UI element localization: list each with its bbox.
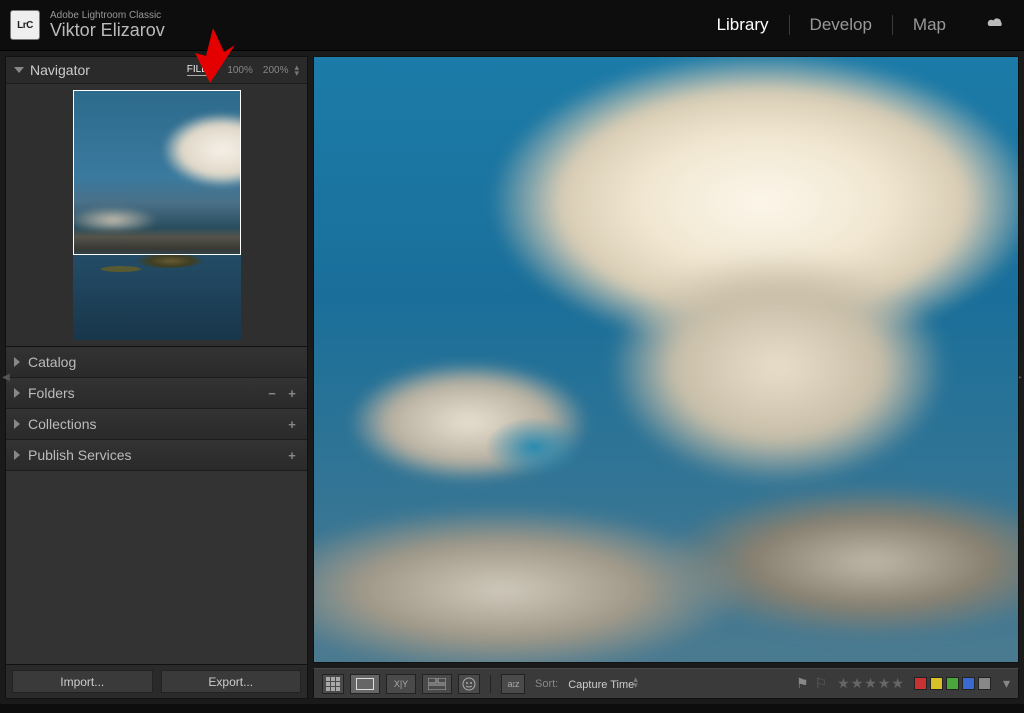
star-3[interactable]: ★ — [864, 675, 877, 692]
star-1[interactable]: ★ — [837, 675, 850, 692]
minus-icon[interactable]: − — [265, 386, 279, 401]
rating-stars: ★ ★ ★ ★ ★ — [837, 675, 904, 692]
top-bar: LrC Adobe Lightroom Classic Viktor Eliza… — [0, 0, 1024, 51]
user-name-label: Viktor Elizarov — [50, 21, 165, 41]
flag-pick-icon[interactable]: ⚑ — [796, 675, 809, 692]
swatch-red[interactable] — [914, 677, 927, 690]
loupe-view-button[interactable] — [350, 674, 380, 694]
survey-view-button[interactable] — [422, 674, 452, 694]
navigator-thumbnail[interactable] — [73, 90, 241, 340]
swatch-yellow[interactable] — [930, 677, 943, 690]
disclosure-triangle-icon — [14, 450, 20, 460]
compare-view-button[interactable]: X|Y — [386, 674, 416, 694]
left-panel-buttons: Import... Export... — [6, 664, 307, 698]
disclosure-triangle-icon — [14, 419, 20, 429]
zoom-100[interactable]: 100% — [227, 65, 253, 76]
flag-reject-icon[interactable]: ⚐ — [815, 675, 828, 692]
main-area: X|Y a↕z Sort: Capture Time ▴▾ ⚑ ⚐ ★ ★ ★ — [313, 56, 1019, 699]
plus-icon[interactable]: + — [285, 386, 299, 401]
panel-folders[interactable]: Folders − + — [6, 378, 307, 409]
disclosure-triangle-icon — [14, 357, 20, 367]
disclosure-triangle-icon — [14, 388, 20, 398]
panel-publish-services[interactable]: Publish Services + — [6, 440, 307, 471]
identity-plate[interactable]: Adobe Lightroom Classic Viktor Elizarov — [50, 10, 165, 41]
app-name-label: Adobe Lightroom Classic — [50, 10, 165, 21]
sort-dropdown[interactable]: Capture Time ▴▾ — [568, 676, 638, 691]
swatch-blue[interactable] — [962, 677, 975, 690]
star-4[interactable]: ★ — [878, 675, 891, 692]
sort-label: Sort: — [535, 678, 558, 690]
zoom-200[interactable]: 200% — [263, 65, 289, 76]
left-panel-spacer — [6, 471, 307, 664]
plus-icon[interactable]: + — [285, 448, 299, 463]
disclosure-triangle-icon — [14, 67, 24, 73]
star-2[interactable]: ★ — [851, 675, 864, 692]
app-logo: LrC — [10, 10, 40, 40]
swatch-none[interactable] — [978, 677, 991, 690]
module-map[interactable]: Map — [892, 15, 966, 35]
panel-label: Publish Services — [28, 447, 132, 463]
people-view-button[interactable] — [458, 674, 480, 694]
plus-icon[interactable]: + — [285, 417, 299, 432]
toolbar-menu-icon[interactable]: ▾ — [1003, 675, 1010, 692]
zoom-options: FILL ▴▾ 100% 200% ▴▾ — [187, 64, 299, 76]
export-button[interactable]: Export... — [161, 670, 302, 693]
module-picker: Library Develop Map — [697, 15, 1006, 35]
panel-collections[interactable]: Collections + — [6, 409, 307, 440]
panel-label: Collections — [28, 416, 96, 432]
navigator-header[interactable]: Navigator FILL ▴▾ 100% 200% ▴▾ — [6, 57, 307, 84]
image-viewer[interactable] — [313, 56, 1019, 663]
navigator-title: Navigator — [30, 62, 90, 78]
module-develop[interactable]: Develop — [789, 15, 892, 35]
swatch-green[interactable] — [946, 677, 959, 690]
panel-label: Folders — [28, 385, 75, 401]
cloud-sync-icon[interactable] — [986, 16, 1006, 35]
color-label-swatches — [914, 677, 991, 690]
panel-catalog[interactable]: Catalog — [6, 347, 307, 378]
left-panel-toggle[interactable]: ◀ — [0, 363, 12, 393]
grid-view-button[interactable] — [322, 674, 344, 694]
import-button[interactable]: Import... — [12, 670, 153, 693]
module-library[interactable]: Library — [697, 15, 789, 35]
left-panel: Navigator FILL ▴▾ 100% 200% ▴▾ — [5, 56, 308, 699]
navigator-preview[interactable] — [6, 84, 307, 347]
sort-direction-button[interactable]: a↕z — [501, 674, 525, 694]
bottom-toolbar: X|Y a↕z Sort: Capture Time ▴▾ ⚑ ⚐ ★ ★ ★ — [313, 668, 1019, 699]
navigator-crop-frame[interactable] — [73, 90, 241, 255]
zoom-fill[interactable]: FILL — [187, 64, 207, 76]
updown-icon[interactable]: ▴▾ — [213, 64, 218, 76]
star-5[interactable]: ★ — [891, 675, 904, 692]
updown-icon[interactable]: ▴▾ — [294, 64, 299, 76]
panel-label: Catalog — [28, 354, 76, 370]
